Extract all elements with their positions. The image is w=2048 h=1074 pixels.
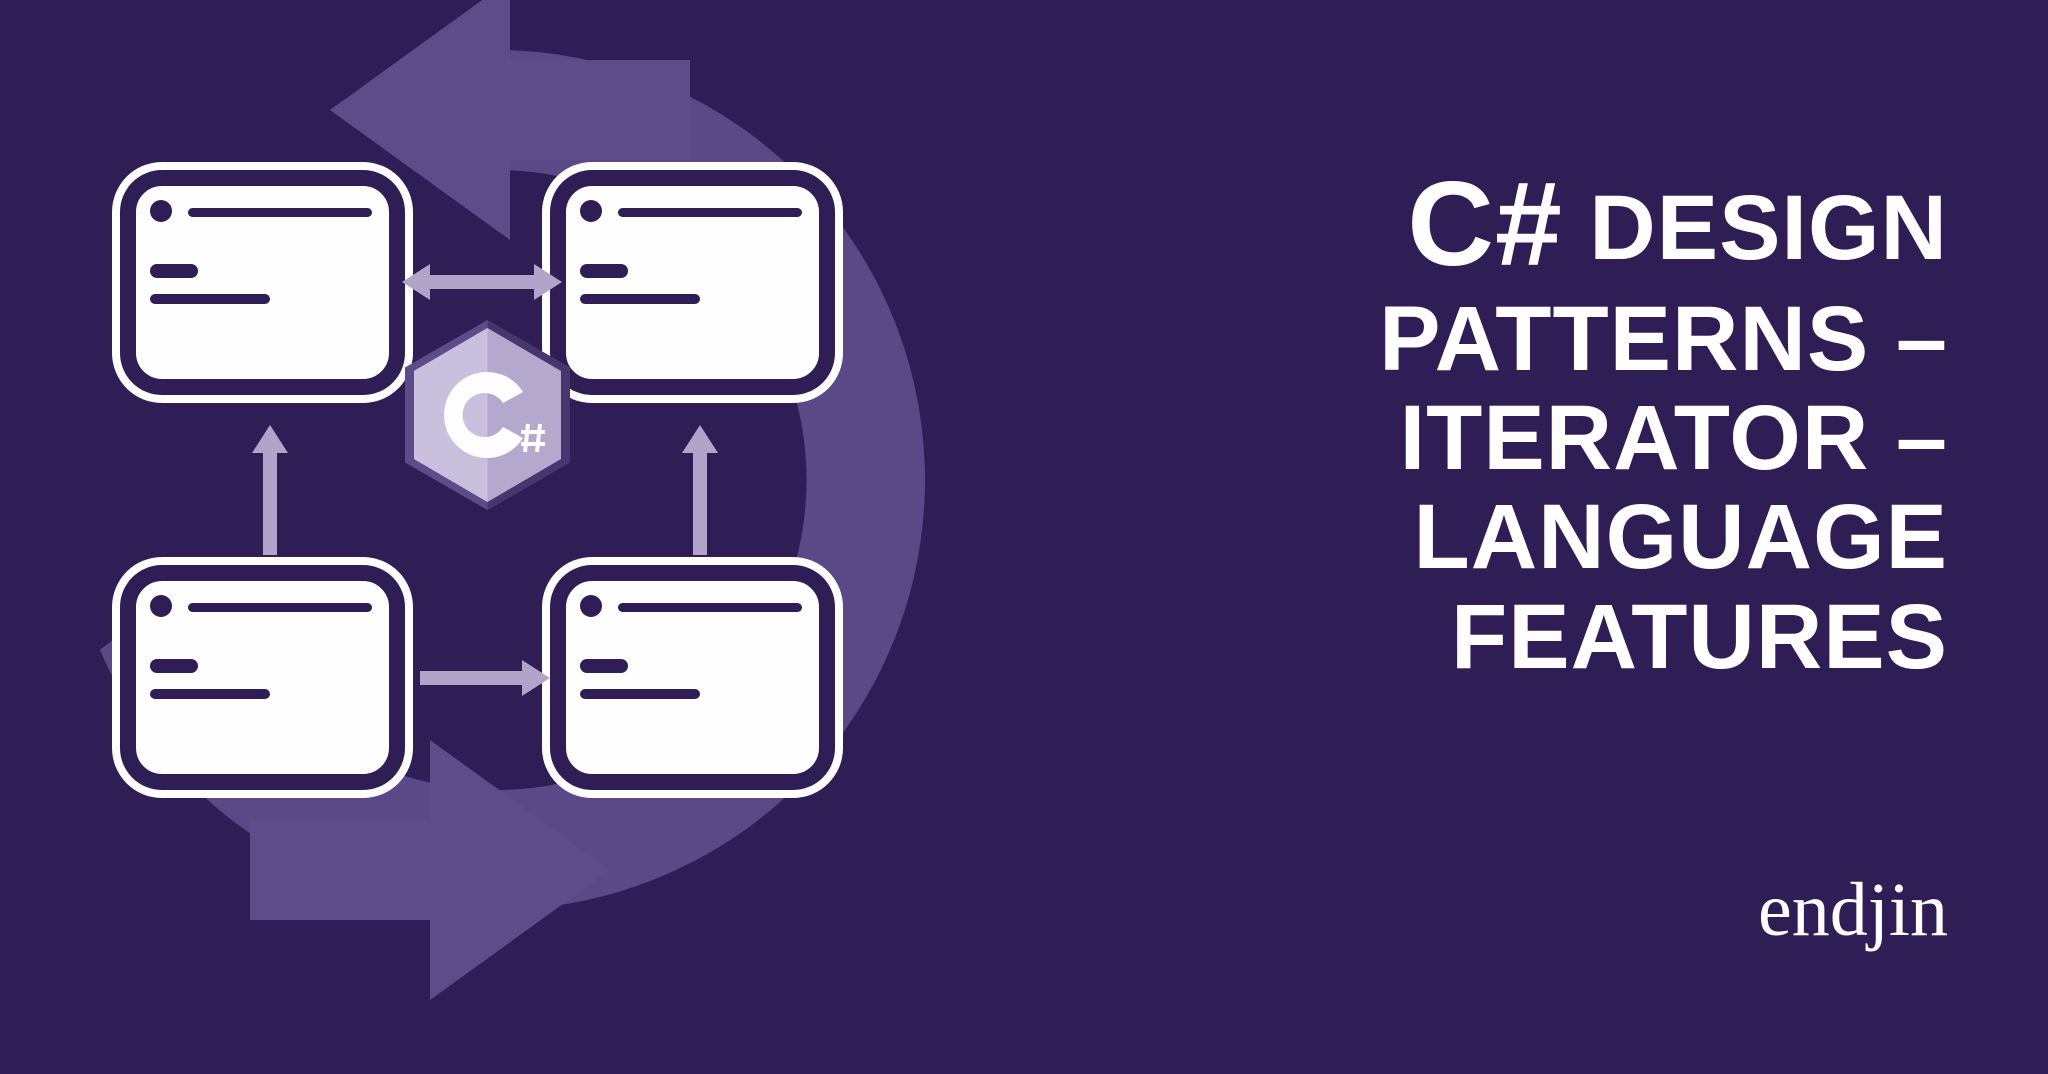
csharp-hex-icon (405, 320, 570, 510)
title-word-design: DESIGN (1563, 177, 1948, 279)
window-card-bottom-right (550, 565, 835, 790)
arrow-up-icon (252, 425, 288, 555)
title-line-2: PATTERNS – (1379, 290, 1948, 389)
arrow-double-icon (402, 264, 562, 300)
title-block: C# DESIGN PATTERNS – ITERATOR – LANGUAGE… (1379, 160, 1948, 687)
brand-logo-text: endjin (1758, 867, 1948, 954)
window-card-top-right (550, 170, 835, 395)
title-line-1: C# DESIGN (1379, 160, 1948, 290)
arrow-right-icon (420, 660, 550, 696)
arrow-up-icon (682, 425, 718, 555)
window-card-top-left (120, 170, 405, 395)
title-line-4: LANGUAGE (1379, 488, 1948, 587)
title-line-5: FEATURES (1379, 588, 1948, 687)
title-line-3: ITERATOR – (1379, 389, 1948, 488)
title-csharp: C# (1407, 157, 1562, 291)
diagram-container (120, 170, 860, 850)
window-card-bottom-left (120, 565, 405, 790)
